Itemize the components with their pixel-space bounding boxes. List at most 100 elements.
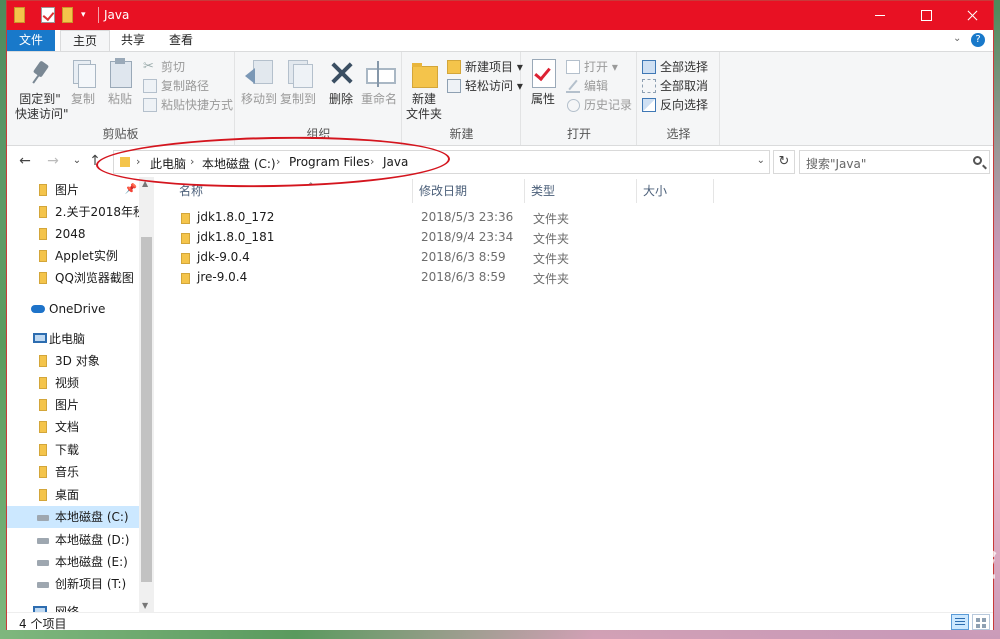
search-input[interactable]: 搜索"Java" — [806, 155, 866, 172]
refresh-icon[interactable]: ↻ — [773, 150, 795, 174]
delete-button[interactable]: 删除 — [326, 58, 356, 107]
sidebar-item-documents[interactable]: 文档 — [7, 416, 139, 438]
chevron-right-icon[interactable]: › — [190, 155, 194, 168]
minimize-button[interactable] — [857, 1, 903, 30]
select-none-button[interactable]: 全部取消 — [642, 77, 708, 95]
sidebar-item-folder[interactable]: QQ浏览器截图 — [7, 267, 139, 289]
sidebar-item-onedrive[interactable]: OneDrive — [7, 298, 139, 320]
copy-path-button[interactable]: 复制路径 — [143, 77, 209, 95]
list-item[interactable]: jdk1.8.0_181 2018/9/4 23:34 文件夹 — [169, 228, 969, 248]
recent-locations-icon[interactable]: ⌄ — [69, 153, 85, 169]
column-header-name[interactable]: 名称 ⌃ — [173, 179, 413, 203]
move-to-button[interactable]: 移动到 — [240, 58, 278, 107]
tab-share[interactable]: 共享 — [109, 30, 157, 51]
up-arrow-icon[interactable]: ↑ — [87, 153, 103, 169]
new-folder-button[interactable]: 新建 文件夹 — [405, 58, 443, 122]
pin-icon: 📌 — [124, 184, 137, 195]
paste-shortcut-button[interactable]: 粘贴快捷方式 — [143, 96, 233, 114]
tab-view[interactable]: 查看 — [157, 30, 205, 51]
sidebar-item-downloads[interactable]: 下载 — [7, 439, 139, 461]
customize-quick-access-icon[interactable]: ▾ — [81, 10, 91, 26]
breadcrumb-program-files[interactable]: Program Files — [289, 155, 370, 169]
select-none-label: 全部取消 — [660, 79, 709, 93]
large-icons-view-icon[interactable] — [972, 614, 990, 630]
sidebar-item-desktop[interactable]: 桌面 — [7, 484, 139, 506]
scroll-up-icon[interactable]: ▲ — [142, 179, 148, 188]
sidebar-item-local-disk-d[interactable]: 本地磁盘 (D:) — [7, 529, 139, 551]
file-name: jdk-9.0.4 — [197, 250, 250, 264]
sidebar-item-3d-objects[interactable]: 3D 对象 — [7, 350, 139, 372]
sidebar-item-folder[interactable]: 2.关于2018年秋 — [7, 201, 145, 223]
file-type: 文件夹 — [533, 232, 570, 246]
navigation-pane: 图片 📌 2.关于2018年秋 2048 Applet实例 QQ浏览器截图 On… — [7, 177, 154, 612]
paste-label: 粘贴 — [107, 92, 132, 106]
maximize-button[interactable] — [903, 1, 949, 30]
scrollbar-thumb[interactable] — [141, 237, 152, 582]
forward-arrow-icon[interactable]: → — [45, 153, 61, 169]
column-header-type[interactable]: 类型 — [525, 179, 637, 203]
invert-selection-button[interactable]: 反向选择 — [642, 96, 708, 114]
tab-file[interactable]: 文件 — [7, 30, 55, 51]
copy-button[interactable]: 复制 — [67, 58, 99, 107]
sidebar-item-local-disk-e[interactable]: 本地磁盘 (E:) — [7, 551, 139, 573]
file-type: 文件夹 — [533, 212, 570, 226]
edit-button[interactable]: 编辑 — [566, 77, 608, 95]
sidebar-item-music[interactable]: 音乐 — [7, 461, 139, 483]
sidebar-item-folder[interactable]: 2048 — [7, 223, 139, 245]
new-item-icon — [447, 60, 461, 74]
chevron-down-icon[interactable]: ⌄ — [757, 155, 765, 166]
column-header-size[interactable]: 大小 — [637, 179, 714, 203]
copy-label: 复制 — [70, 92, 95, 106]
breadcrumb-this-pc[interactable]: 此电脑 — [150, 155, 186, 172]
sidebar-scrollbar[interactable]: ▲ ▼ — [139, 177, 154, 612]
search-box[interactable]: 搜索"Java" — [799, 150, 990, 174]
new-folder-label: 新建 文件夹 — [405, 92, 442, 121]
search-icon[interactable] — [973, 156, 982, 165]
details-view-icon[interactable] — [951, 614, 969, 630]
list-item[interactable]: jre-9.0.4 2018/6/3 8:59 文件夹 — [169, 268, 969, 288]
new-folder-quick-icon[interactable] — [62, 7, 73, 23]
cut-button[interactable]: 剪切 — [143, 58, 185, 76]
pin-quick-access-button[interactable]: 固定到" 快速访问" — [15, 58, 69, 122]
list-item[interactable]: jdk1.8.0_172 2018/5/3 23:36 文件夹 — [169, 208, 969, 228]
breadcrumb-java[interactable]: Java — [383, 155, 408, 169]
sidebar-item-local-disk-c[interactable]: 本地磁盘 (C:) — [7, 506, 139, 528]
sidebar-item-pictures-pinned[interactable]: 图片 📌 — [7, 179, 139, 201]
properties-button[interactable]: 属性 — [528, 58, 558, 107]
copy-to-button[interactable]: 复制到 — [279, 58, 317, 107]
sidebar-item-folder[interactable]: Applet实例 — [7, 245, 139, 267]
sidebar-item-drive-t[interactable]: 创新项目 (T:) — [7, 573, 139, 595]
select-all-button[interactable]: 全部选择 — [642, 58, 708, 76]
new-item-button[interactable]: 新建项目 ▾ — [447, 58, 523, 76]
help-icon[interactable]: ? — [971, 33, 985, 47]
sidebar-item-pictures[interactable]: 图片 — [7, 394, 139, 416]
scroll-down-icon[interactable]: ▼ — [142, 601, 148, 610]
sidebar-item-this-pc[interactable]: 此电脑 — [7, 328, 139, 350]
folder-icon — [39, 466, 47, 478]
back-arrow-icon[interactable]: ← — [17, 153, 33, 169]
paste-button[interactable]: 粘贴 — [104, 58, 136, 107]
tab-home[interactable]: 主页 — [60, 30, 111, 52]
column-header-date[interactable]: 修改日期 — [413, 179, 525, 203]
close-button[interactable] — [949, 1, 995, 30]
chevron-right-icon[interactable]: › — [276, 155, 280, 168]
select-all-icon — [642, 60, 656, 74]
sidebar-item-network[interactable]: 网络 — [7, 601, 139, 612]
history-button[interactable]: 历史记录 — [566, 96, 632, 114]
chevron-right-icon[interactable]: › — [136, 155, 140, 168]
address-bar[interactable]: › 此电脑 › 本地磁盘 (C:) › Program Files › Java… — [113, 150, 770, 174]
edit-label: 编辑 — [584, 79, 609, 93]
properties-quick-icon[interactable] — [41, 7, 55, 23]
chevron-right-icon[interactable]: › — [370, 155, 374, 168]
sidebar-item-videos[interactable]: 视频 — [7, 372, 139, 394]
breadcrumb-local-disk-c[interactable]: 本地磁盘 (C:) — [202, 155, 276, 172]
open-button[interactable]: 打开 ▾ — [566, 58, 618, 76]
select-none-icon — [642, 79, 656, 93]
title-bar[interactable]: ▾ Java — [7, 1, 993, 30]
easy-access-button[interactable]: 轻松访问 ▾ — [447, 77, 523, 95]
scissors-icon — [143, 58, 157, 76]
expand-ribbon-icon[interactable]: ⌄ — [953, 34, 965, 46]
rename-button[interactable]: 重命名 — [360, 58, 398, 107]
copy-icon — [69, 58, 97, 88]
list-item[interactable]: jdk-9.0.4 2018/6/3 8:59 文件夹 — [169, 248, 969, 268]
